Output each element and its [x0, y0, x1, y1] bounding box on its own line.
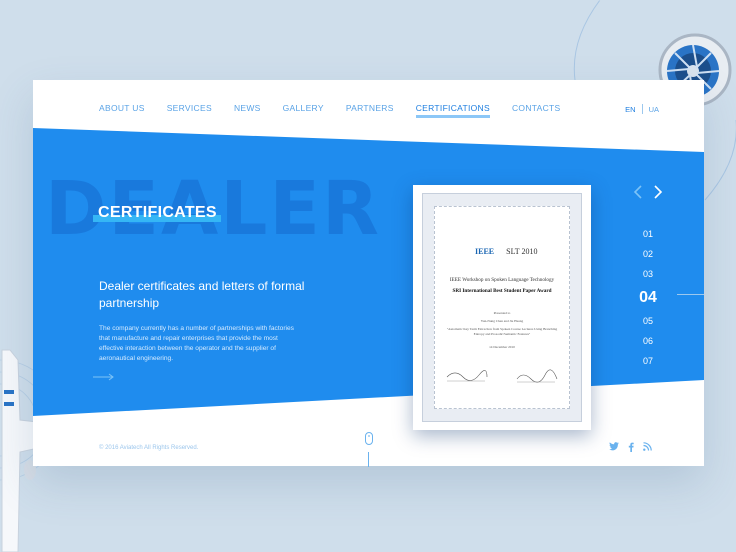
pager: 01 02 03 04 05 06 07 [636, 224, 660, 371]
ieee-logo: IEEE [475, 247, 495, 256]
signature-left [446, 370, 488, 382]
lang-ua[interactable]: UA [649, 105, 659, 114]
mouse-icon[interactable] [365, 432, 373, 446]
certificate-paper: IEEE SLT 2010 IEEE Workshop on Spoken La… [434, 206, 570, 409]
pager-item[interactable]: 01 [636, 224, 660, 244]
chevron-left-icon[interactable] [633, 184, 643, 200]
lang-divider [641, 104, 643, 114]
certificate-year: SLT 2010 [506, 247, 538, 256]
certificate-frame: IEEE SLT 2010 IEEE Workshop on Spoken La… [422, 193, 582, 422]
certificate-names: Yun-Nung Chen and Jie Huang [480, 319, 524, 323]
nav-services[interactable]: SERVICES [167, 103, 212, 118]
pager-indicator-line [677, 294, 704, 295]
copyright: © 2016 Aviatech All Rights Reserved. [99, 445, 199, 451]
hero-subtitle: Dealer certificates and letters of forma… [99, 279, 305, 310]
pager-item-active[interactable]: 04 [636, 284, 660, 311]
nav-certifications[interactable]: CERTIFICATIONS [415, 103, 490, 118]
slider-arrows [633, 184, 663, 200]
certificate-date: 14 December 2010 [489, 345, 515, 349]
pager-item[interactable]: 06 [636, 331, 660, 351]
certificate-line2: SRI International Best Student Paper Awa… [452, 288, 552, 294]
twitter-icon[interactable] [609, 442, 619, 451]
chevron-right-icon[interactable] [653, 184, 663, 200]
certificate-presented: Presented to [493, 311, 511, 315]
hero-band [33, 128, 704, 416]
pager-item[interactable]: 02 [636, 244, 660, 264]
nav-contacts[interactable]: CONTACTS [512, 103, 561, 118]
certificate-logo: IEEE SLT 2010 [475, 247, 537, 256]
rss-icon[interactable] [643, 442, 652, 451]
nav-partners[interactable]: PARTNERS [346, 103, 394, 118]
nav-about-us[interactable]: ABOUT US [99, 103, 145, 118]
lang-en[interactable]: EN [625, 105, 635, 114]
social-links [609, 442, 652, 452]
signature-right [516, 369, 558, 383]
nav-gallery[interactable]: GALLERY [283, 103, 324, 118]
pager-item[interactable]: 03 [636, 264, 660, 284]
language-switcher: EN UA [625, 104, 659, 114]
nav-news[interactable]: NEWS [234, 103, 261, 118]
scroll-line [368, 452, 369, 467]
certificate-image[interactable]: IEEE SLT 2010 IEEE Workshop on Spoken La… [413, 185, 591, 430]
page-title: CERTIFICATES [93, 204, 221, 222]
main-nav: ABOUT US SERVICES NEWS GALLERY PARTNERS … [99, 103, 583, 118]
certificate-line1: IEEE Workshop on Spoken Language Technol… [449, 277, 555, 283]
pager-item[interactable]: 07 [636, 351, 660, 371]
main-card: ABOUT US SERVICES NEWS GALLERY PARTNERS … [33, 80, 704, 466]
certificate-paper-title: "Automatic Key Term Extraction from Spok… [446, 327, 558, 336]
hero-description: The company currently has a number of pa… [99, 325, 294, 362]
facebook-icon[interactable] [628, 442, 634, 452]
pager-item[interactable]: 05 [636, 311, 660, 331]
arrow-right-icon[interactable] [93, 373, 115, 381]
